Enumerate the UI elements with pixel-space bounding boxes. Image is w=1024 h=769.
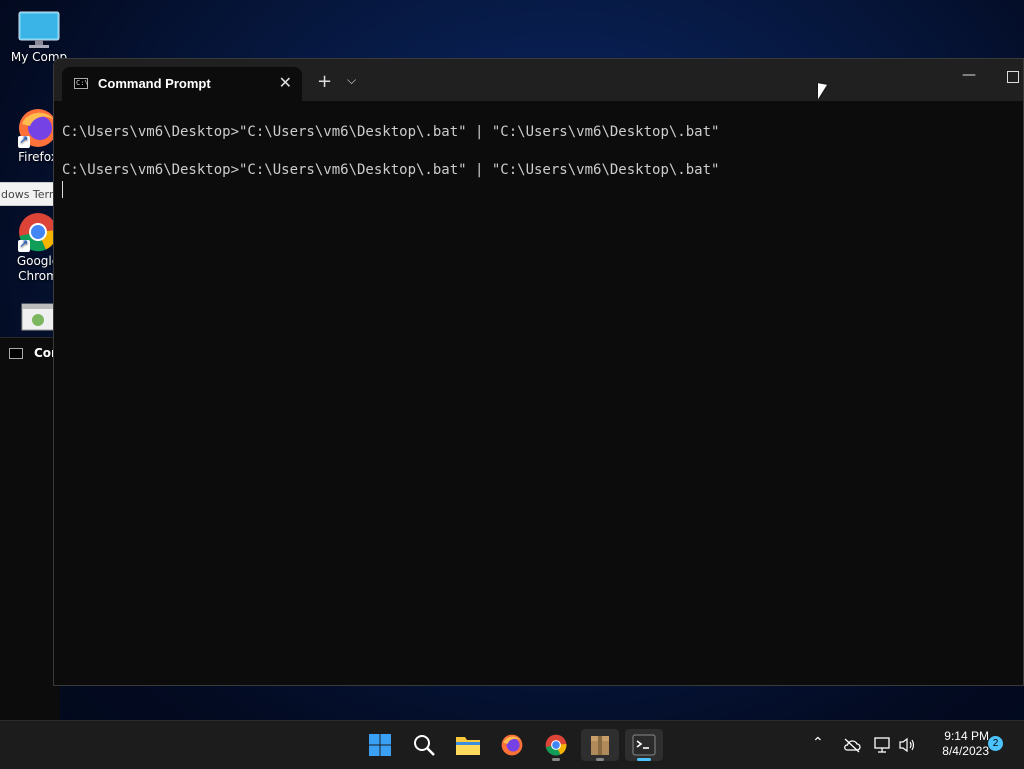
archive-app-taskbar-button[interactable] xyxy=(581,729,619,761)
terminal-taskbar-button[interactable] xyxy=(625,729,663,761)
cmd-icon: C:\ xyxy=(74,78,89,89)
cloud-off-icon[interactable] xyxy=(843,737,861,753)
maximize-icon[interactable] xyxy=(1007,71,1019,83)
chrome-taskbar-button[interactable] xyxy=(537,729,575,761)
windows-logo-icon xyxy=(369,734,391,756)
folder-icon xyxy=(456,737,480,755)
terminal-icon xyxy=(632,734,656,756)
network-icon[interactable] xyxy=(874,737,892,753)
tab-command-prompt[interactable]: C:\ Command Prompt ✕ xyxy=(62,67,302,101)
active-indicator xyxy=(637,758,651,761)
package-icon xyxy=(591,736,609,755)
shortcut-arrow-icon xyxy=(18,237,30,252)
running-indicator xyxy=(552,758,560,761)
chevron-down-icon[interactable]: ⌵ xyxy=(347,73,356,88)
application-icon xyxy=(21,303,55,331)
terminal-line: C:\Users\vm6\Desktop>"C:\Users\vm6\Deskt… xyxy=(62,124,720,140)
search-icon xyxy=(414,735,435,756)
cmd-icon xyxy=(9,348,23,359)
monitor-icon xyxy=(18,11,60,48)
taskbar: ⌃ 9:14 PM 8/4/2023 xyxy=(0,720,1024,769)
minimize-icon[interactable]: — xyxy=(962,67,976,83)
firefox-icon xyxy=(501,734,523,756)
background-cmd-window[interactable]: Con xyxy=(0,337,60,720)
terminal-window[interactable]: C:\ Command Prompt ✕ + ⌵ — C:\Users\vm6\… xyxy=(53,58,1024,686)
clock-date: 8/4/2023 xyxy=(942,744,989,758)
file-explorer-button[interactable] xyxy=(449,729,487,761)
chevron-up-icon[interactable]: ⌃ xyxy=(812,735,824,751)
notification-badge[interactable]: 2 xyxy=(988,736,1003,751)
close-tab-icon[interactable]: ✕ xyxy=(279,73,292,92)
clock-time: 9:14 PM xyxy=(944,729,989,743)
search-button[interactable] xyxy=(405,729,443,761)
terminal-output[interactable]: C:\Users\vm6\Desktop>"C:\Users\vm6\Deskt… xyxy=(62,123,719,199)
running-indicator xyxy=(596,758,604,761)
new-tab-icon[interactable]: + xyxy=(317,71,332,92)
start-button[interactable] xyxy=(361,729,399,761)
terminal-line: C:\Users\vm6\Desktop>"C:\Users\vm6\Deskt… xyxy=(62,162,720,178)
title-bar[interactable]: C:\ Command Prompt ✕ + ⌵ — xyxy=(54,59,1023,101)
shortcut-arrow-icon xyxy=(18,133,30,148)
volume-icon[interactable] xyxy=(898,737,916,753)
taskbar-clock[interactable]: 9:14 PM 8/4/2023 xyxy=(925,729,989,759)
text-cursor xyxy=(62,180,63,198)
chrome-icon xyxy=(545,734,567,756)
desktop-icon-my-computer[interactable]: My Comp xyxy=(0,10,79,65)
tab-title: Command Prompt xyxy=(98,76,211,91)
mouse-pointer-icon xyxy=(818,83,827,101)
tooltip: dows Term xyxy=(0,182,58,206)
firefox-taskbar-button[interactable] xyxy=(493,729,531,761)
